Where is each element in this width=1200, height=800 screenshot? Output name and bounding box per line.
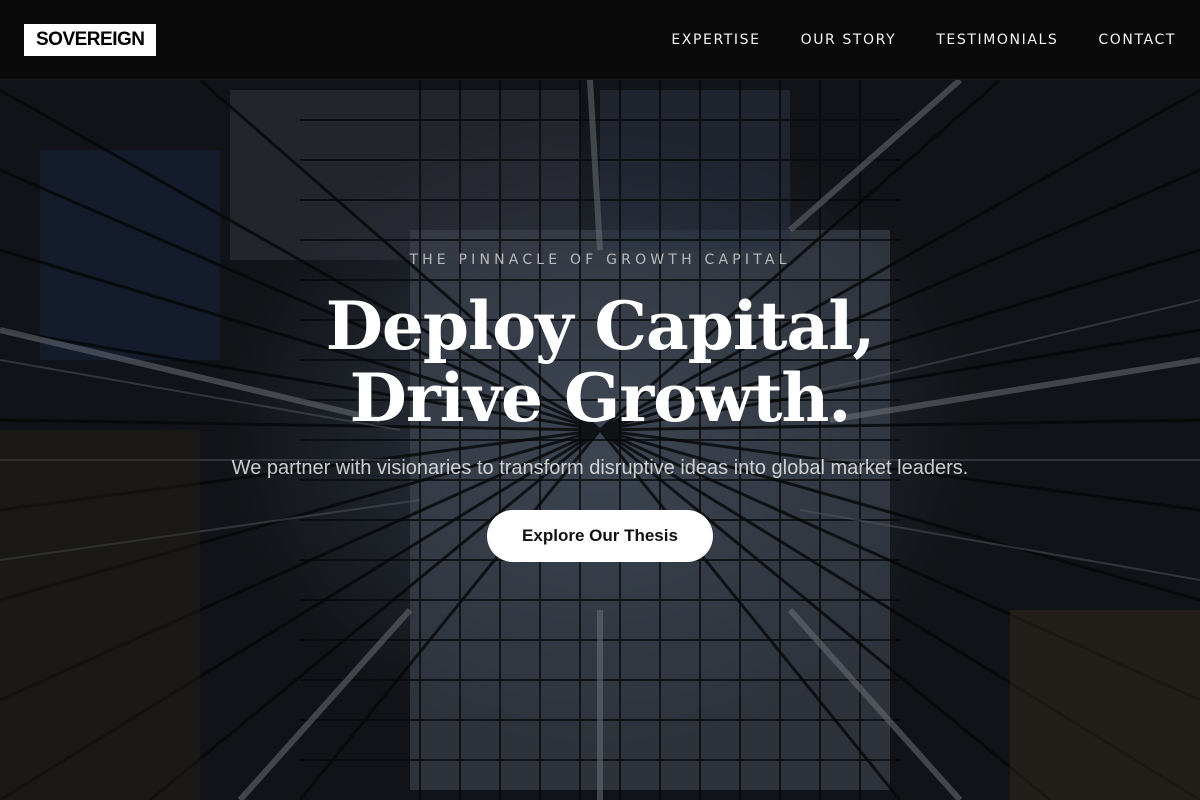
explore-thesis-button[interactable]: Explore Our Thesis: [487, 510, 713, 562]
main-nav: EXPERTISE OUR STORY TESTIMONIALS CONTACT: [671, 0, 1176, 80]
hero-headline: Deploy Capital, Drive Growth.: [0, 290, 1200, 434]
hero-subtitle: We partner with visionaries to transform…: [231, 457, 969, 479]
nav-link-contact[interactable]: CONTACT: [1098, 32, 1176, 48]
landing-page: SOVEREIGN EXPERTISE OUR STORY TESTIMONIA…: [0, 0, 1200, 800]
brand-logo[interactable]: SOVEREIGN: [24, 24, 157, 56]
nav-link-our-story[interactable]: OUR STORY: [801, 32, 897, 48]
hero-section: THE PINNACLE OF GROWTH CAPITAL Deploy Ca…: [0, 0, 1200, 800]
site-header: SOVEREIGN EXPERTISE OUR STORY TESTIMONIA…: [0, 0, 1200, 80]
hero-headline-line-1: Deploy Capital,: [325, 287, 876, 365]
nav-link-expertise[interactable]: EXPERTISE: [671, 32, 760, 48]
hero-eyebrow: THE PINNACLE OF GROWTH CAPITAL: [409, 252, 791, 268]
hero-headline-line-2: Drive Growth.: [349, 359, 852, 437]
nav-link-testimonials[interactable]: TESTIMONIALS: [936, 32, 1058, 48]
